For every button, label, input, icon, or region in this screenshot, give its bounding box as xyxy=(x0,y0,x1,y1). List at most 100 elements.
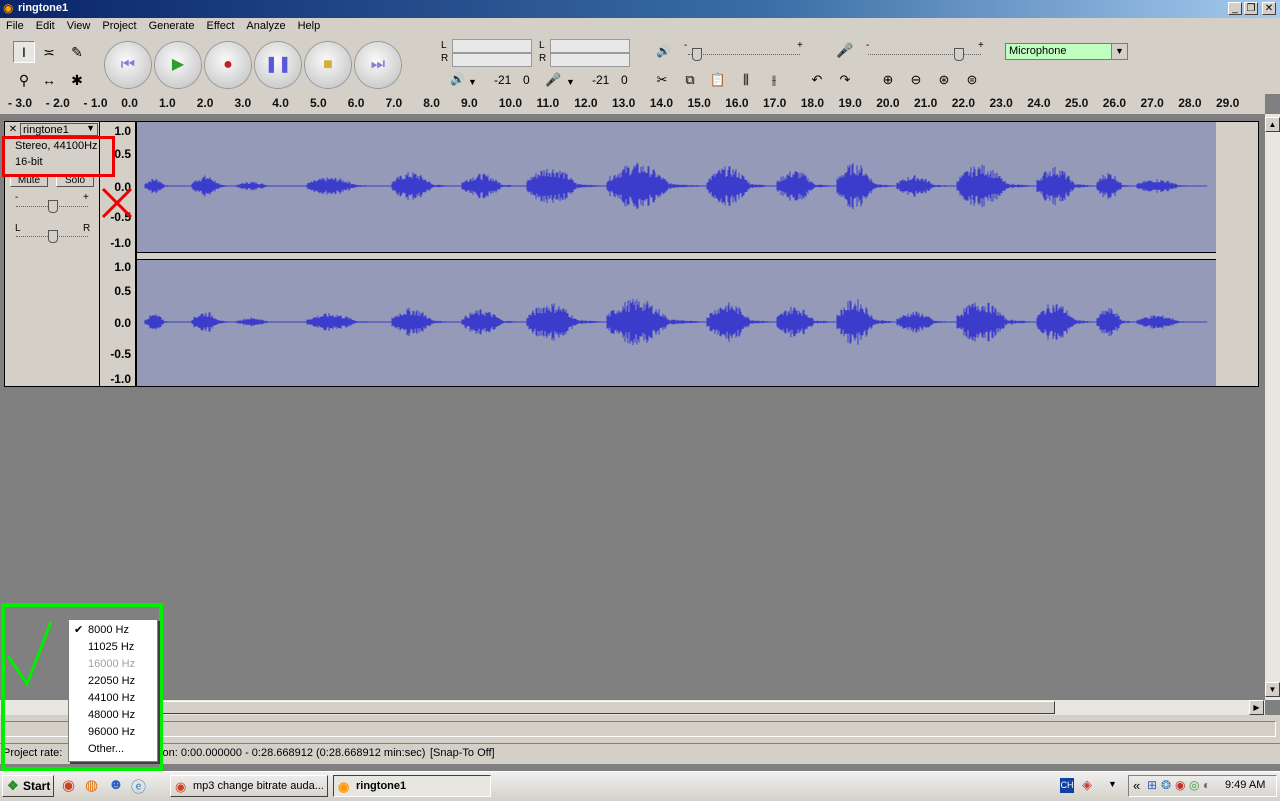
scroll-down-icon[interactable]: ▼ xyxy=(1265,682,1280,697)
close-window-button[interactable]: ✕ xyxy=(1262,2,1276,15)
rate-menu-item[interactable]: Other... xyxy=(69,741,155,758)
speaker-icon: 🔊 xyxy=(450,72,465,86)
rate-menu-item[interactable]: 44100 Hz xyxy=(69,690,155,707)
menu-view[interactable]: View xyxy=(61,18,97,34)
menu-generate[interactable]: Generate xyxy=(143,18,201,34)
language-menu-chevron-icon[interactable]: ▼ xyxy=(1108,779,1117,789)
play-meter-right-label: R xyxy=(441,53,449,64)
skip-end-button[interactable]: ⏭ xyxy=(355,42,401,88)
selection-tool-icon[interactable]: I xyxy=(13,41,35,63)
output-volume-thumb[interactable] xyxy=(692,48,702,61)
menu-file[interactable]: File xyxy=(0,18,30,34)
minimize-button[interactable]: _ xyxy=(1228,2,1242,15)
input-volume-slider[interactable] xyxy=(868,52,981,55)
language-indicator[interactable]: CH xyxy=(1060,778,1074,793)
trim-icon[interactable]: ⫼ xyxy=(735,69,757,91)
paste-icon[interactable]: 📋 xyxy=(707,69,729,91)
vertical-scrollbar[interactable]: ▲ ▼ xyxy=(1265,114,1280,700)
status-bar: Project rate: tion: 0:00.000000 - 0:28.6… xyxy=(0,743,1280,764)
network-icon[interactable]: ⊞ xyxy=(1147,778,1157,792)
rate-menu-item[interactable]: 48000 Hz xyxy=(69,707,155,724)
waveform-display[interactable] xyxy=(136,121,1259,387)
chevron-down-icon[interactable]: ▼ xyxy=(1111,44,1127,59)
taskbar-item-chrome[interactable]: ◉ mp3 change bitrate auda... xyxy=(170,775,328,797)
rate-menu-item-label: 11025 Hz xyxy=(88,641,135,653)
messenger-quicklaunch-icon[interactable]: ☻ xyxy=(108,776,124,793)
track-name-menu[interactable]: ringtone1 ▼ xyxy=(20,123,98,136)
pause-button[interactable]: ❚❚ xyxy=(255,42,301,88)
play-meter-dropdown-icon[interactable]: ▼ xyxy=(468,77,477,87)
menu-analyze[interactable]: Analyze xyxy=(240,18,291,34)
taskbar-item-label: ringtone1 xyxy=(356,780,407,792)
redo-icon[interactable]: ↷ xyxy=(834,69,856,91)
play-button[interactable]: ▶ xyxy=(155,42,201,88)
security-icon[interactable]: ◎ xyxy=(1189,778,1199,792)
rate-menu-item-label: 44100 Hz xyxy=(88,692,136,704)
ie-quicklaunch-icon[interactable]: ⓔ xyxy=(131,776,146,797)
antivirus-icon[interactable]: ◉ xyxy=(1175,778,1185,792)
input-source-select[interactable]: Microphone ▼ xyxy=(1005,43,1128,60)
chrome-quicklaunch-icon[interactable]: ◉ xyxy=(62,776,75,794)
timeshift-tool-icon[interactable]: ↔ xyxy=(38,69,60,91)
play-meter-zero: 0 xyxy=(523,73,530,87)
horizontal-scrollbar[interactable]: ▶ xyxy=(0,700,1265,715)
ruler-tick-label: 9.0 xyxy=(461,96,478,110)
system-tray: « ⊞ ❂ ◉ ◎ ◐ 9:49 AM xyxy=(1128,775,1277,797)
red-annotation-box xyxy=(2,136,115,177)
zoom-tool-icon[interactable]: ⚲ xyxy=(13,69,35,91)
rate-menu-item[interactable]: 22050 Hz xyxy=(69,673,155,690)
fit-selection-icon[interactable]: ⊛ xyxy=(933,69,955,91)
ruler-tick-label: 6.0 xyxy=(347,96,365,110)
horizontal-scroll-thumb[interactable] xyxy=(160,701,1055,714)
rate-menu-item[interactable]: ✔ 8000 Hz xyxy=(69,622,155,639)
taskbar-item-audacity[interactable]: ◉ ringtone1 xyxy=(333,775,491,797)
selection-toolbar xyxy=(0,715,1280,743)
draw-tool-icon[interactable]: ✎ xyxy=(66,41,88,63)
menu-project[interactable]: Project xyxy=(96,18,142,34)
firefox-quicklaunch-icon[interactable]: ◍ xyxy=(85,776,98,794)
rate-menu-item[interactable]: 96000 Hz xyxy=(69,724,155,741)
scale-tick: 0.0 xyxy=(114,316,131,330)
envelope-tool-icon[interactable]: ≍ xyxy=(38,41,60,63)
menu-effect[interactable]: Effect xyxy=(200,18,240,34)
input-volume-thumb[interactable] xyxy=(954,48,964,61)
menu-edit[interactable]: Edit xyxy=(30,18,61,34)
rec-meter-dropdown-icon[interactable]: ▼ xyxy=(566,77,575,87)
tray-app-icon[interactable]: ❂ xyxy=(1161,778,1171,792)
restore-button[interactable]: ❐ xyxy=(1244,2,1258,15)
skip-start-button[interactable]: ⏮ xyxy=(105,42,151,88)
multi-tool-icon[interactable]: ✱ xyxy=(66,69,88,91)
rec-meter-zero: 0 xyxy=(621,73,628,87)
record-button[interactable]: ● xyxy=(205,42,251,88)
rate-menu-item[interactable]: 11025 Hz xyxy=(69,639,155,656)
stop-button[interactable]: ■ xyxy=(305,42,351,88)
fit-project-icon[interactable]: ⊜ xyxy=(961,69,983,91)
input-slider-plus: + xyxy=(978,40,984,51)
copy-icon[interactable]: ⧉ xyxy=(679,69,701,91)
tray-expand-icon[interactable]: « xyxy=(1133,778,1140,793)
cut-icon[interactable]: ✂ xyxy=(651,69,673,91)
zoom-in-icon[interactable]: ⊕ xyxy=(877,69,899,91)
zoom-out-icon[interactable]: ⊖ xyxy=(905,69,927,91)
update-icon[interactable]: ◐ xyxy=(1203,778,1210,792)
undo-icon[interactable]: ↶ xyxy=(806,69,828,91)
play-meter-db: -21 xyxy=(494,73,512,87)
timeline-ruler[interactable]: - 3.0 - 2.0 - 1.0 0.0 1.0 2.0 3.0 4.0 5.0 6.0 7.0 8… xyxy=(0,94,1265,115)
snap-status: [Snap-To Off] xyxy=(430,747,495,759)
ruler-tick-label: 15.0 xyxy=(687,96,711,110)
toolbar: I ≍ ✎ ⚲ ↔ ✱ ⏮ ▶ ● ❚❚ ■ ⏭ L R L R 🔊 ▼ -21… xyxy=(0,37,1280,95)
gain-slider-thumb[interactable] xyxy=(48,200,58,213)
play-meter-right xyxy=(452,53,532,67)
silence-icon[interactable]: ⫲ xyxy=(763,69,785,91)
start-button[interactable]: ❖ Start xyxy=(2,775,54,797)
input-method-icon[interactable]: ◈ xyxy=(1082,777,1092,793)
pan-slider-thumb[interactable] xyxy=(48,230,58,243)
window-titlebar[interactable]: ◉ ringtone1 _ ❐ ✕ xyxy=(0,0,1280,18)
output-slider-minus: - xyxy=(684,40,688,51)
menu-help[interactable]: Help xyxy=(292,18,327,34)
output-volume-slider[interactable] xyxy=(688,52,800,55)
scroll-up-icon[interactable]: ▲ xyxy=(1265,117,1280,132)
rate-menu-item: 16000 Hz xyxy=(69,656,155,673)
scale-tick: -1.0 xyxy=(110,236,131,250)
scroll-right-icon[interactable]: ▶ xyxy=(1249,700,1264,715)
